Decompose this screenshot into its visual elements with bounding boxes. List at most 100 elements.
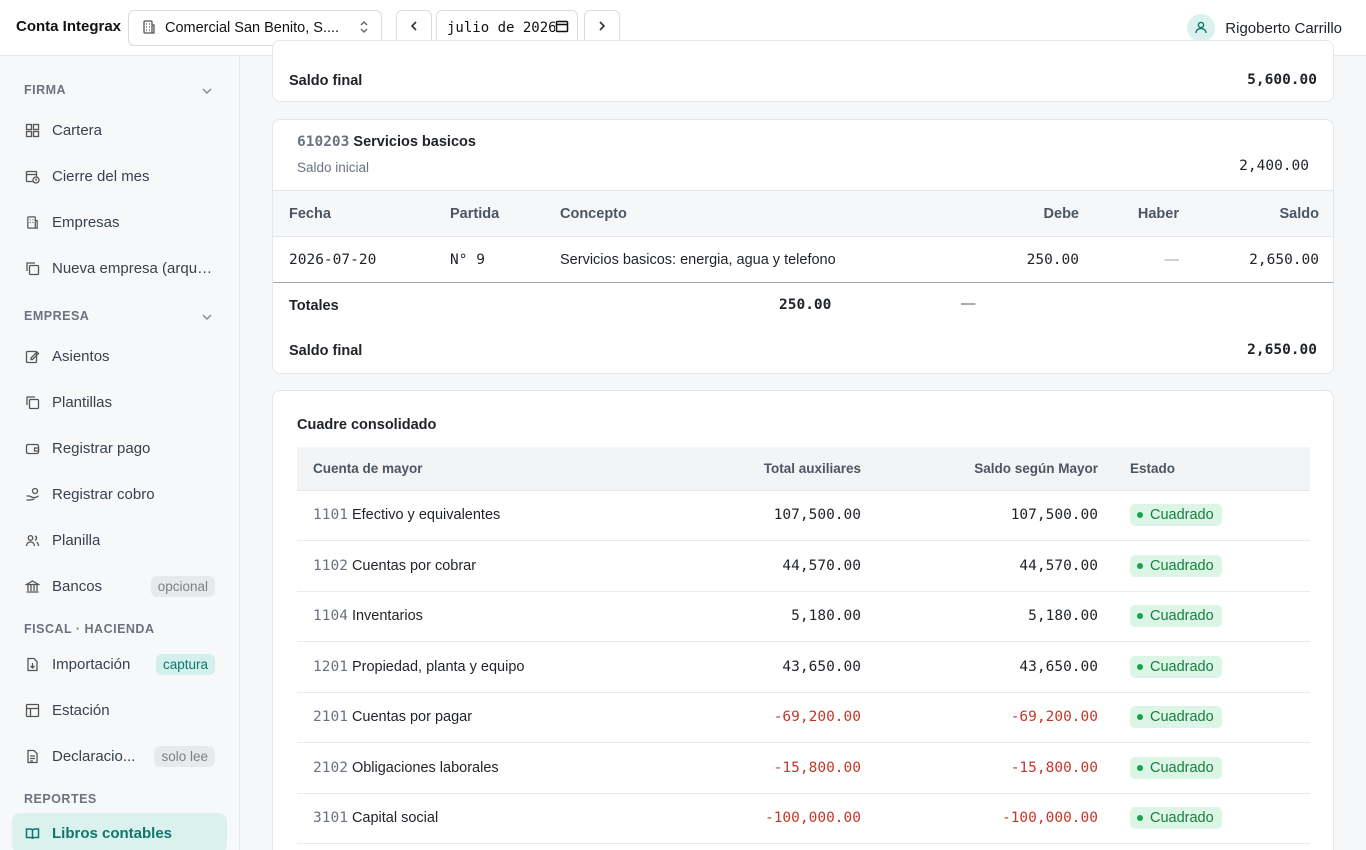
sidebar-item-empresas[interactable]: Empresas xyxy=(12,202,227,242)
row-cuenta: 2101 Cuentas por pagar xyxy=(297,692,627,743)
row-estado: Cuadrado xyxy=(1098,793,1310,844)
status-text: Cuadrado xyxy=(1150,507,1214,524)
row-partida: N° 9 xyxy=(450,251,485,268)
status-dot xyxy=(1137,613,1143,620)
calendar-icon[interactable] xyxy=(555,19,569,37)
saldo-final-label: Saldo final xyxy=(289,73,363,89)
status-text: Cuadrado xyxy=(1150,810,1214,827)
status-badge: Cuadrado xyxy=(1130,504,1222,527)
table-row[interactable]: 1101 Efectivo y equivalentes 107,500.00 10… xyxy=(297,490,1310,541)
sidebar-item-label: Cierre del mes xyxy=(52,167,150,185)
saldo-final-label: Saldo final xyxy=(289,343,363,359)
consolidated-card: Cuadre consolidado Cuenta de mayor Total… xyxy=(272,390,1334,850)
totales-label: Totales xyxy=(289,298,339,314)
row-total-auxiliares: 5,180.00 xyxy=(627,591,861,642)
table-icon xyxy=(24,702,40,718)
bank-icon xyxy=(24,578,40,594)
ledger-table: Fecha Partida Concepto Debe Haber Saldo … xyxy=(273,190,1333,283)
table-row[interactable]: 1104 Inventarios 5,180.00 5,180.00 Cuadrado xyxy=(297,591,1310,642)
sidebar-item-label: Estación xyxy=(52,701,110,719)
sidebar-item-label: Libros contables xyxy=(52,824,173,842)
sidebar-item-label: Registrar pago xyxy=(52,439,151,457)
status-badge: Cuadrado xyxy=(1130,706,1222,729)
sidebar: FIRMA Cartera Cierre del mes Empresas Nu… xyxy=(0,56,240,850)
table-row[interactable]: 1201 Propiedad, planta y equipo 43,650.00… xyxy=(297,641,1310,693)
row-name: Inventarios xyxy=(351,608,423,625)
row-code: 2102 xyxy=(313,759,348,776)
grid-icon xyxy=(24,122,40,138)
consolidated-header-row: Cuenta de mayor Total auxiliares Saldo s… xyxy=(297,447,1310,491)
row-total-auxiliares: 44,570.00 xyxy=(627,540,861,592)
row-saldo-mayor: 43,650.00 xyxy=(861,641,1098,693)
row-estado: Cuadrado xyxy=(1098,641,1310,693)
col-fecha: Fecha xyxy=(273,190,434,237)
sidebar-item-declaraciones[interactable]: Declaracio... solo lee xyxy=(12,736,227,776)
chevron-updown-icon xyxy=(357,20,371,37)
company-name: Comercial San Benito, S.... xyxy=(165,20,340,36)
chevron-left-icon xyxy=(407,19,421,38)
sidebar-item-libros-contables[interactable]: Libros contables xyxy=(12,813,227,850)
sidebar-item-plantillas[interactable]: Plantillas xyxy=(12,382,227,422)
calendar-clock-icon xyxy=(24,168,40,184)
table-row[interactable]: 2102 Obligaciones laborales -15,800.00 -15… xyxy=(297,742,1310,794)
chevron-down-icon[interactable] xyxy=(201,84,213,100)
sidebar-item-bancos[interactable]: Bancos opcional xyxy=(12,566,227,606)
row-estado: Cuadrado xyxy=(1098,591,1310,642)
table-row[interactable]: 2026-07-20 N° 9 Servicios basicos: energ… xyxy=(273,237,1333,283)
users-icon xyxy=(24,532,40,548)
section-empresa[interactable]: EMPRESA xyxy=(24,309,89,323)
sidebar-item-label: Registrar cobro xyxy=(52,485,155,503)
row-name: Cuentas por cobrar xyxy=(351,557,477,574)
sidebar-item-cartera[interactable]: Cartera xyxy=(12,110,227,150)
section-reportes: REPORTES xyxy=(24,792,97,806)
col-partida: Partida xyxy=(434,190,544,237)
sidebar-item-asientos[interactable]: Asientos xyxy=(12,336,227,376)
sidebar-item-registrar-pago[interactable]: Registrar pago xyxy=(12,428,227,468)
row-name: Capital social xyxy=(351,810,439,827)
row-haber: — xyxy=(1164,251,1180,268)
row-code: 2101 xyxy=(313,709,348,726)
section-firma[interactable]: FIRMA xyxy=(24,83,66,97)
account-name: Servicios basicos xyxy=(353,134,476,150)
col-haber: Haber xyxy=(1079,190,1179,237)
col-saldo: Saldo xyxy=(1179,190,1333,237)
chevron-down-icon[interactable] xyxy=(201,310,213,326)
table-row[interactable]: 3101 Capital social -100,000.00 -100,000.0… xyxy=(297,793,1310,844)
row-saldo: 2,650.00 xyxy=(1249,251,1319,268)
sidebar-item-planilla[interactable]: Planilla xyxy=(12,520,227,560)
col-saldo-mayor: Saldo según Mayor xyxy=(861,447,1098,491)
sidebar-item-nueva-empresa[interactable]: Nueva empresa (arque... xyxy=(12,248,227,288)
row-estado: Cuadrado xyxy=(1098,692,1310,743)
row-concepto: Servicios basicos: energia, agua y telef… xyxy=(560,251,836,268)
saldo-inicial-value: 2,400.00 xyxy=(1239,158,1309,174)
row-saldo-mayor: 44,570.00 xyxy=(861,540,1098,592)
sidebar-item-estacion[interactable]: Estación xyxy=(12,690,227,730)
status-badge: Cuadrado xyxy=(1130,655,1222,678)
row-name: Efectivo y equivalentes xyxy=(351,507,501,524)
sidebar-item-importacion[interactable]: Importación captura xyxy=(12,644,227,684)
wallet-icon xyxy=(24,440,40,456)
account-code: 610203 xyxy=(297,134,350,150)
app-brand[interactable]: Conta Integrax xyxy=(16,18,121,35)
sidebar-item-cierre[interactable]: Cierre del mes xyxy=(12,156,227,196)
sidebar-item-label: Nueva empresa (arque... xyxy=(52,259,217,277)
status-badge: Cuadrado xyxy=(1130,554,1222,577)
capture-badge: captura xyxy=(155,653,215,675)
col-debe: Debe xyxy=(844,190,1079,237)
consolidated-title: Cuadre consolidado xyxy=(297,417,437,433)
row-cuenta: 2102 Obligaciones laborales xyxy=(297,742,627,794)
status-text: Cuadrado xyxy=(1150,709,1214,726)
sidebar-item-registrar-cobro[interactable]: Registrar cobro xyxy=(12,474,227,514)
row-cuenta: 1201 Propiedad, planta y equipo xyxy=(297,641,627,693)
status-text: Cuadrado xyxy=(1150,608,1214,625)
saldo-final-value: 5,600.00 xyxy=(1247,72,1317,88)
table-row[interactable]: 1102 Cuentas por cobrar 44,570.00 44,570.0… xyxy=(297,540,1310,592)
month-value: julio de 2026 xyxy=(447,20,555,36)
saldo-inicial-label: Saldo inicial xyxy=(297,160,370,175)
chevron-right-icon xyxy=(595,19,609,38)
table-row[interactable]: 2101 Cuentas por pagar -69,200.00 -69,200.… xyxy=(297,692,1310,743)
ledger-header-row: Fecha Partida Concepto Debe Haber Saldo xyxy=(273,190,1333,237)
user-icon xyxy=(1194,20,1208,37)
user-menu[interactable]: Rigoberto Carrillo xyxy=(1187,14,1342,42)
status-badge: Cuadrado xyxy=(1130,756,1222,779)
